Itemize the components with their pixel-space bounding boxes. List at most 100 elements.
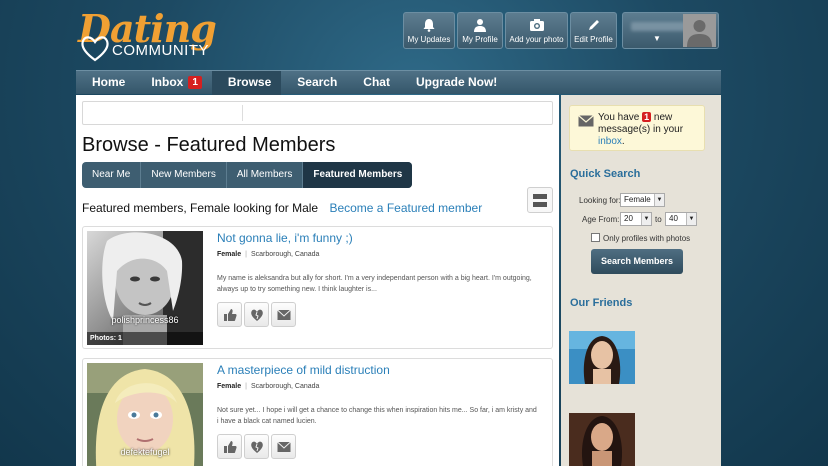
- new-message-count-badge: 1: [642, 112, 652, 122]
- camera-icon: [529, 19, 544, 31]
- edit-profile-button[interactable]: Edit Profile: [570, 12, 617, 49]
- like-button[interactable]: [217, 434, 242, 459]
- member-actions: [217, 302, 296, 327]
- age-from-label: Age From:: [582, 215, 620, 224]
- tab-all-members[interactable]: All Members: [227, 162, 304, 188]
- member-username: defektefugel: [120, 447, 170, 457]
- member-gender: Female: [217, 251, 242, 258]
- person-icon: [474, 19, 486, 32]
- quick-search-title: Quick Search: [570, 168, 641, 180]
- envelope-icon: [276, 309, 291, 320]
- nav-upgrade[interactable]: Upgrade Now!: [400, 71, 507, 95]
- right-sidebar: You have 1 new message(s) in your inbox.…: [561, 95, 721, 466]
- like-button[interactable]: [217, 302, 242, 327]
- friend-photo[interactable]: [569, 413, 635, 466]
- member-description: My name is aleksandra but ally for short…: [217, 275, 532, 293]
- age-to-label: to: [655, 215, 662, 224]
- nav-browse-label: Browse: [227, 75, 272, 89]
- site-logo[interactable]: Dating COMMUNITY: [78, 6, 228, 63]
- member-card: defektefugel A masterpiece of mild distr…: [82, 358, 553, 466]
- results-subtitle-text: Featured members, Female looking for Mal…: [82, 201, 319, 215]
- tab-new-members[interactable]: New Members: [141, 162, 227, 188]
- age-to-value: 40: [669, 214, 678, 223]
- nav-browse[interactable]: Browse: [211, 70, 282, 95]
- edit-profile-label: Edit Profile: [574, 35, 613, 44]
- nav-inbox[interactable]: Inbox 1: [135, 71, 212, 95]
- member-meta: Female | Scarborough, Canada: [217, 251, 319, 258]
- member-photo[interactable]: polishprincess86 Photos: 1: [87, 231, 203, 345]
- notification-text: You have 1 new message(s) in your inbox.: [598, 111, 704, 148]
- message-button[interactable]: [271, 434, 296, 459]
- message-button[interactable]: [271, 302, 296, 327]
- username-blurred: [631, 22, 686, 31]
- bell-icon: [423, 19, 435, 32]
- nav-chat[interactable]: Chat: [347, 71, 400, 95]
- add-photo-button[interactable]: Add your photo: [505, 12, 568, 49]
- envelope-icon: [578, 115, 594, 127]
- search-bar[interactable]: [82, 101, 553, 125]
- header-actions: My Updates My Profile Add your photo Edi…: [403, 12, 617, 49]
- user-menu[interactable]: ▼: [622, 12, 719, 49]
- thumbs-up-icon: [223, 440, 237, 453]
- tab-featured-members[interactable]: Featured Members: [303, 162, 413, 188]
- notification-pre: You have: [598, 112, 640, 123]
- view-toggle-button[interactable]: [527, 187, 553, 213]
- avatar: [683, 14, 716, 47]
- my-updates-label: My Updates: [407, 35, 451, 44]
- member-headline-link[interactable]: Not gonna lie, i'm funny ;): [217, 231, 353, 245]
- nav-upgrade-label: Upgrade Now!: [415, 75, 498, 89]
- looking-for-select[interactable]: Female ▼: [620, 193, 665, 207]
- logo-subtext: COMMUNITY: [112, 42, 209, 59]
- photo-count: Photos: 1: [87, 332, 203, 345]
- chevron-down-icon: ▼: [641, 213, 651, 225]
- chevron-down-icon: ▼: [686, 213, 696, 225]
- member-gender: Female: [217, 383, 242, 390]
- looking-for-value: Female: [624, 195, 651, 204]
- browse-tabs: Near Me New Members All Members Featured…: [82, 162, 413, 188]
- become-featured-link[interactable]: Become a Featured member: [329, 201, 482, 215]
- search-members-button[interactable]: Search Members: [591, 249, 683, 274]
- my-updates-button[interactable]: My Updates: [403, 12, 455, 49]
- heart-icon: [81, 36, 109, 62]
- main-panel: Browse - Featured Members Near Me New Me…: [76, 95, 559, 466]
- inbox-link[interactable]: inbox: [598, 136, 622, 147]
- envelope-icon: [276, 441, 291, 452]
- thumbs-up-icon: [223, 308, 237, 321]
- list-view-icon-bar: [533, 202, 547, 207]
- meta-separator: |: [245, 383, 247, 390]
- favorite-button[interactable]: [244, 302, 269, 327]
- page-title: Browse - Featured Members: [82, 134, 336, 156]
- heart-broken-icon: [250, 441, 263, 453]
- only-photos-label: Only profiles with photos: [603, 234, 691, 243]
- my-profile-label: My Profile: [462, 35, 498, 44]
- member-username: polishprincess86: [111, 315, 179, 325]
- friend-photo[interactable]: [569, 331, 635, 384]
- member-description: Not sure yet... I hope i will get a chan…: [217, 407, 537, 425]
- age-from-select[interactable]: 20 ▼: [620, 212, 652, 226]
- member-actions: [217, 434, 296, 459]
- age-to-select[interactable]: 40 ▼: [665, 212, 697, 226]
- nav-home-label: Home: [92, 75, 126, 89]
- list-view-icon: [533, 194, 547, 199]
- favorite-button[interactable]: [244, 434, 269, 459]
- nav-search[interactable]: Search: [281, 71, 347, 95]
- main-nav: Home Inbox 1 Browse Search Chat Upgrade N…: [76, 70, 721, 95]
- message-notification: You have 1 new message(s) in your inbox.: [569, 105, 705, 151]
- tab-near-me[interactable]: Near Me: [82, 162, 142, 188]
- member-location: Scarborough, Canada: [250, 383, 320, 390]
- member-headline-link[interactable]: A masterpiece of mild distruction: [217, 363, 390, 377]
- my-profile-button[interactable]: My Profile: [457, 12, 503, 49]
- results-subtitle: Featured members, Female looking for Mal…: [82, 201, 482, 215]
- our-friends-title: Our Friends: [570, 297, 633, 309]
- nav-search-label: Search: [297, 75, 338, 89]
- nav-home[interactable]: Home: [76, 71, 135, 95]
- member-location: Scarborough, Canada: [250, 251, 320, 258]
- looking-for-label: Looking for:: [579, 196, 621, 205]
- nav-chat-label: Chat: [363, 75, 390, 89]
- member-photo[interactable]: defektefugel: [87, 363, 203, 466]
- add-photo-label: Add your photo: [509, 35, 564, 44]
- nav-inbox-label: Inbox: [151, 75, 184, 89]
- only-photos-checkbox[interactable]: [591, 233, 600, 242]
- chevron-down-icon: ▼: [653, 34, 661, 43]
- chevron-down-icon: ▼: [654, 194, 664, 206]
